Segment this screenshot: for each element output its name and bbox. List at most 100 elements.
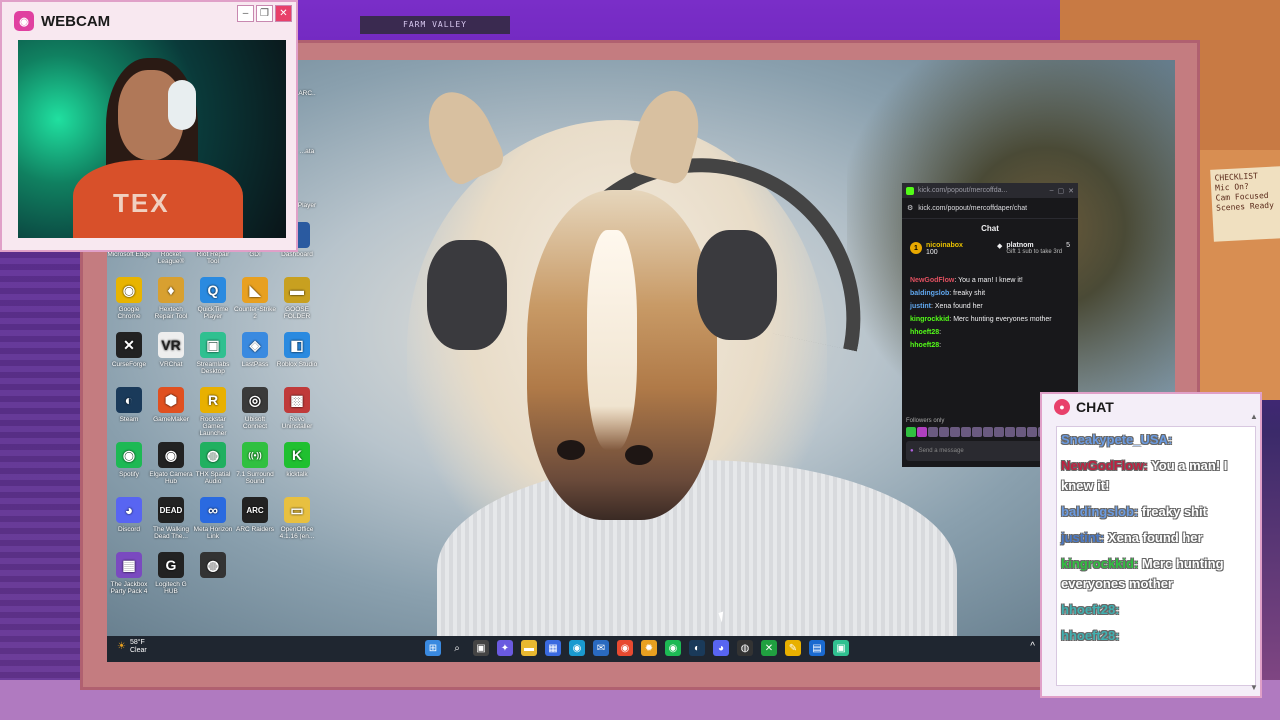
desktop-icon[interactable]: ◍ THX Spatial Audio (191, 442, 235, 485)
desktop-icon-label: GDI (249, 251, 261, 258)
emote-icon[interactable] (906, 427, 916, 437)
desktop-icon[interactable]: ◕ Discord (107, 497, 151, 533)
desktop-icon[interactable]: ♦ Hextech Repair Tool (149, 277, 193, 320)
desktop-icon[interactable]: ◉ Spotify (107, 442, 151, 478)
desktop-icon-label: GOOSE FOLDER (283, 306, 311, 320)
edge-icon[interactable]: ◉ (569, 640, 585, 656)
app-icon: K (284, 442, 310, 468)
pen-icon[interactable]: ✎ (785, 640, 801, 656)
desktop-icon[interactable]: VR VRChat (149, 332, 193, 368)
kick-username[interactable]: baldingslob (910, 290, 949, 297)
desktop-icon-label: Rocket League® (157, 251, 185, 265)
webcam-title: ◉ WEBCAM (14, 11, 110, 31)
close-icon[interactable]: ✕ (1068, 187, 1074, 195)
emote-icon[interactable] (1005, 427, 1015, 437)
steam-icon[interactable]: ◐ (689, 640, 705, 656)
separator: : (1115, 628, 1120, 643)
tray-chevron-icon[interactable]: ^ (1030, 641, 1035, 652)
desktop-icon-label: QuickTime Player (197, 306, 229, 320)
app-icon: ▦ (116, 552, 142, 578)
emote-icon[interactable] (983, 427, 993, 437)
app-icon: ◣ (242, 277, 268, 303)
emote-icon[interactable] (928, 427, 938, 437)
outlook-icon[interactable]: ▤ (809, 640, 825, 656)
file-explorer-icon[interactable]: ▬ (521, 640, 537, 656)
desktop-icon[interactable]: ▬ GOOSE FOLDER (275, 277, 319, 320)
desktop-icon[interactable]: DEAD The Walking Dead The... (149, 497, 193, 540)
emoji-icon[interactable]: ● (910, 448, 914, 454)
desktop-icon-label: Rockstar Games Launcher (199, 416, 227, 437)
scroll-up-icon[interactable]: ▲ (1250, 412, 1258, 421)
emote-icon[interactable] (917, 427, 927, 437)
desktop-icon[interactable]: Kkicktalk (275, 442, 319, 478)
scroll-down-icon[interactable]: ▼ (1250, 683, 1258, 692)
desktop-icon[interactable]: ▣ Streamlabs Desktop (191, 332, 235, 375)
app-icon: ◉ (116, 442, 142, 468)
chat-scrollbar[interactable]: ▲ ▼ (1250, 412, 1258, 698)
app-icon: VR (158, 332, 184, 358)
app-icon: ◎ (242, 387, 268, 413)
maximize-icon[interactable]: ▢ (1058, 187, 1065, 195)
emote-icon[interactable] (994, 427, 1004, 437)
task-view-icon[interactable]: ▣ (473, 640, 489, 656)
start-icon[interactable]: ⊞ (425, 640, 441, 656)
desktop-icon[interactable]: G Logitech G HUB (149, 552, 193, 595)
app-icon: ◐ (116, 387, 142, 413)
chrome-icon[interactable]: ◉ (617, 640, 633, 656)
desktop-icon[interactable]: Q QuickTime Player (191, 277, 235, 320)
desktop-icon[interactable]: ⬢ GameMaker (149, 387, 193, 423)
emote-icon[interactable] (950, 427, 960, 437)
site-settings-icon[interactable]: ⚙ (907, 204, 913, 212)
kick-username[interactable]: hhoeft28 (910, 342, 939, 349)
wallpaper-horse-blaze (587, 230, 637, 450)
desktop-icon[interactable]: ▭ OpenOffice 4.1.16 (en... (275, 497, 319, 540)
desktop-icon[interactable]: ∞ Meta Horizon Link (191, 497, 235, 540)
desktop-icon[interactable]: R Rockstar Games Launcher (191, 387, 235, 437)
minimize-icon[interactable]: – (1050, 187, 1054, 194)
kick-username[interactable]: NewGodFlow (910, 277, 954, 284)
store-icon[interactable]: ▦ (545, 640, 561, 656)
desktop-icon[interactable]: ◐ Steam (107, 387, 151, 423)
desktop-icon-label: LastPass (241, 361, 269, 368)
emote-icon[interactable] (972, 427, 982, 437)
desktop-icon[interactable]: ◈ LastPass (233, 332, 277, 368)
desktop-icon-label: VRChat (159, 361, 183, 368)
emote-icon[interactable] (1016, 427, 1026, 437)
desktop-icon[interactable]: ✕ CurseForge (107, 332, 151, 368)
kick-chat-message: kingrockkid: Merc hunting everyones moth… (902, 313, 1078, 326)
emote-icon[interactable] (1027, 427, 1037, 437)
desktop-icon[interactable]: ◉ Google Chrome (107, 277, 151, 320)
streamlabs-icon[interactable]: ▣ (833, 640, 849, 656)
sun-app-icon[interactable]: ✹ (641, 640, 657, 656)
obs-icon[interactable]: ◍ (737, 640, 753, 656)
desktop-icon[interactable]: ◣ Counter-Strike 2 (233, 277, 277, 320)
search-icon[interactable]: ⌕ (449, 640, 465, 656)
desktop-icon[interactable]: ARC ARC Raiders (233, 497, 277, 533)
desktop-icon[interactable]: ◍ (191, 552, 235, 581)
desktop-icon[interactable]: ◧ Roblox Studio (275, 332, 319, 368)
emote-icon[interactable] (961, 427, 971, 437)
desktop-icon[interactable]: ◎ Ubisoft Connect (233, 387, 277, 430)
minimize-button[interactable]: – (237, 5, 254, 22)
desktop-icon[interactable]: ((•)) 7.1 Surround Sound (233, 442, 277, 485)
maximize-button[interactable]: ❐ (256, 5, 273, 22)
kick-username[interactable]: hhoeft28 (910, 329, 939, 336)
emote-icon[interactable] (939, 427, 949, 437)
kick-username[interactable]: justint (910, 303, 931, 310)
spotify-icon[interactable]: ◉ (665, 640, 681, 656)
close-button[interactable]: ✕ (275, 5, 292, 22)
weather-temp: 58°F (129, 639, 145, 646)
chat-message: hhoeft28: (1057, 597, 1255, 623)
desktop-icon[interactable]: ▦ The Jackbox Party Pack 4 (107, 552, 151, 595)
mail-icon[interactable]: ✉ (593, 640, 609, 656)
desktop-icon[interactable]: ◉ Elgato Camera Hub (149, 442, 193, 485)
weather-widget[interactable]: ☀ 58°F Clear (117, 639, 147, 655)
desktop-icon[interactable]: ▩ Revo Uninstaller (275, 387, 319, 430)
copilot-icon[interactable]: ✦ (497, 640, 513, 656)
xbox-icon[interactable]: ✕ (761, 640, 777, 656)
kick-address-bar[interactable]: ⚙ kick.com/popout/mercoffdaper/chat (902, 198, 1078, 219)
kick-username[interactable]: kingrockkid (910, 316, 949, 323)
gifter-name: nicoinabox (926, 242, 963, 249)
kick-tab-url: kick.com/popout/mercoffda... (918, 187, 1008, 194)
discord-icon[interactable]: ◕ (713, 640, 729, 656)
